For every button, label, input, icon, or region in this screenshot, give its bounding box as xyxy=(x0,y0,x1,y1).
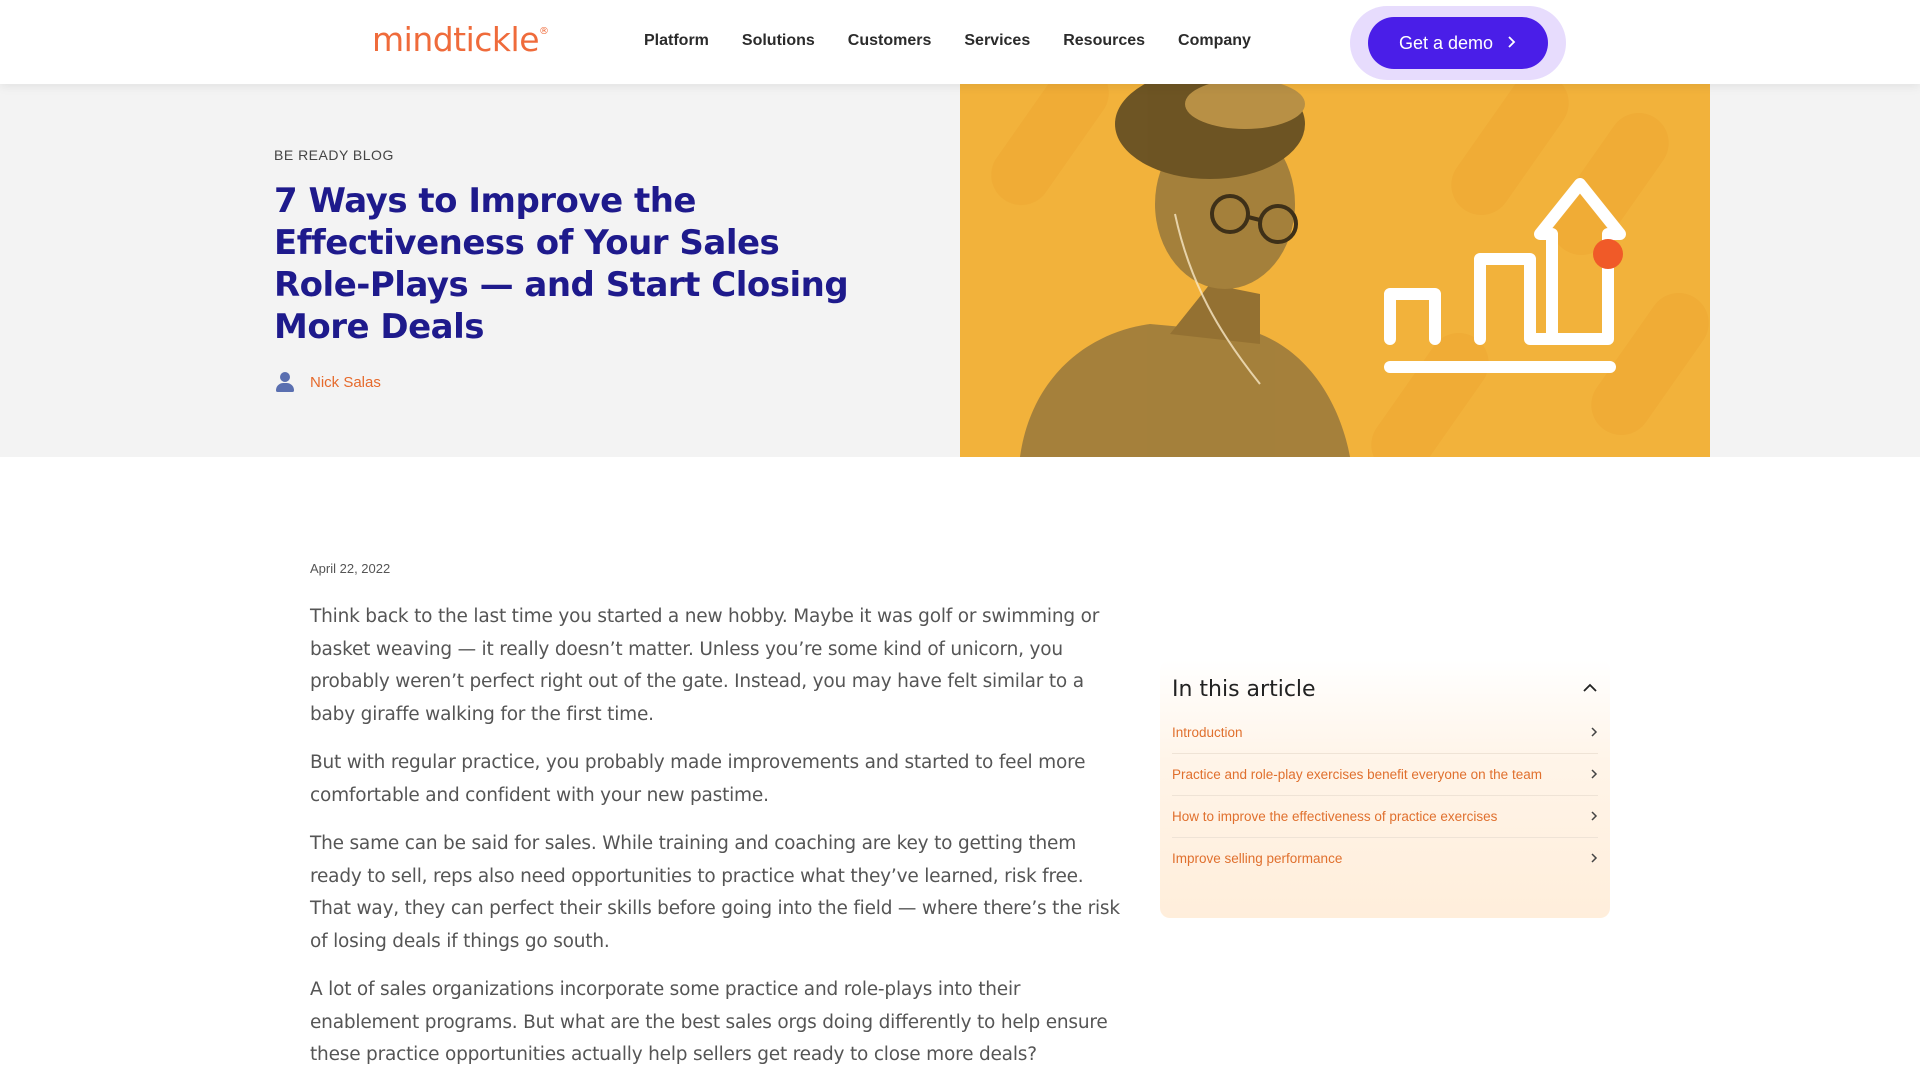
get-demo-button[interactable]: Get a demo xyxy=(1368,17,1548,69)
chevron-right-icon xyxy=(1507,35,1517,52)
toc-item-selling-performance[interactable]: Improve selling performance xyxy=(1172,838,1598,879)
nav-company[interactable]: Company xyxy=(1178,32,1251,50)
toc-item-label: Introduction xyxy=(1172,725,1243,740)
paragraph-2: But with regular practice, you probably … xyxy=(310,752,1086,806)
toc-item-label: Improve selling performance xyxy=(1172,851,1343,866)
mindtickle-logo[interactable]: mindtickle® xyxy=(372,20,549,59)
chevron-up-icon[interactable] xyxy=(1582,680,1598,698)
blog-eyebrow[interactable]: BE READY BLOG xyxy=(274,147,394,163)
paragraph-1: Think back to the last time you started … xyxy=(310,606,1100,725)
chevron-right-icon xyxy=(1590,809,1598,825)
site-header: mindtickle® Platform Solutions Customers… xyxy=(0,0,1920,84)
table-of-contents: In this article Introduction Practice an… xyxy=(1160,660,1610,918)
article-hero: BE READY BLOG 7 Ways to Improve the Effe… xyxy=(0,84,1920,457)
toc-item-introduction[interactable]: Introduction xyxy=(1172,712,1598,754)
author-name[interactable]: Nick Salas xyxy=(310,374,381,391)
article-body: Think back to the last time you started … xyxy=(310,601,1120,1080)
toc-item-benefits[interactable]: Practice and role-play exercises benefit… xyxy=(1172,754,1598,796)
toc-title: In this article xyxy=(1172,676,1316,702)
logo-text: mindtickle xyxy=(372,20,540,59)
chevron-right-icon xyxy=(1590,851,1598,867)
publish-date: April 22, 2022 xyxy=(310,561,391,576)
paragraph-4: A lot of sales organizations incorporate… xyxy=(310,979,1108,1065)
nav-services[interactable]: Services xyxy=(964,32,1030,50)
nav-resources[interactable]: Resources xyxy=(1063,32,1145,50)
nav-platform[interactable]: Platform xyxy=(644,32,709,50)
toc-item-label: Practice and role-play exercises benefit… xyxy=(1172,767,1542,782)
chevron-right-icon xyxy=(1590,767,1598,783)
hero-illustration xyxy=(991,84,1709,457)
nav-solutions[interactable]: Solutions xyxy=(742,32,815,50)
nav-customers[interactable]: Customers xyxy=(848,32,932,50)
toc-item-improve-effectiveness[interactable]: How to improve the effectiveness of prac… xyxy=(1172,796,1598,838)
author-byline: Nick Salas xyxy=(274,371,381,393)
toc-header[interactable]: In this article xyxy=(1172,670,1598,708)
hero-image xyxy=(960,84,1710,457)
toc-list: Introduction Practice and role-play exer… xyxy=(1172,712,1598,879)
toc-item-label: How to improve the effectiveness of prac… xyxy=(1172,809,1498,824)
get-demo-label: Get a demo xyxy=(1398,32,1494,53)
logo-registered-mark: ® xyxy=(539,26,549,37)
article-title: 7 Ways to Improve the Effectiveness of Y… xyxy=(274,181,849,347)
paragraph-3: The same can be said for sales. While tr… xyxy=(310,833,1120,952)
person-icon xyxy=(274,371,296,393)
main-nav: Platform Solutions Customers Services Re… xyxy=(644,32,1284,50)
chevron-right-icon xyxy=(1590,725,1598,741)
